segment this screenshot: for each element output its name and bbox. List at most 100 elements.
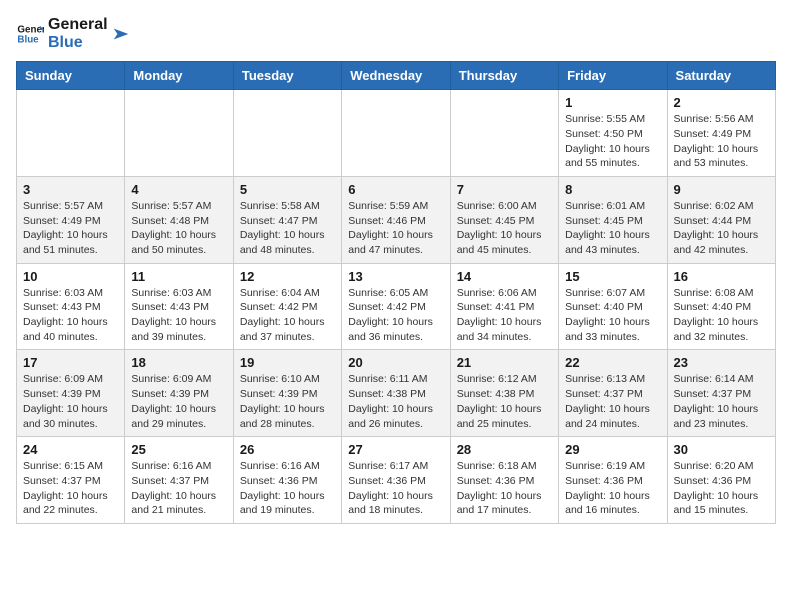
day-number: 14: [457, 269, 552, 284]
calendar-week-row: 17 Sunrise: 6:09 AM Sunset: 4:39 PM Dayli…: [17, 350, 776, 437]
day-number: 21: [457, 355, 552, 370]
day-number: 22: [565, 355, 660, 370]
day-info: Sunrise: 6:20 AM Sunset: 4:36 PM Dayligh…: [674, 459, 769, 518]
day-info: Sunrise: 6:03 AM Sunset: 4:43 PM Dayligh…: [23, 286, 118, 345]
weekday-header: Friday: [559, 62, 667, 90]
calendar-cell: 5Sunrise: 5:58 AM Sunset: 4:47 PM Daylig…: [233, 176, 341, 263]
day-number: 10: [23, 269, 118, 284]
calendar-cell: 18 Sunrise: 6:09 AM Sunset: 4:39 PM Dayli…: [125, 350, 233, 437]
day-number: 24: [23, 442, 118, 457]
calendar-week-row: 10 Sunrise: 6:03 AM Sunset: 4:43 PM Dayli…: [17, 263, 776, 350]
logo-blue: Blue: [48, 34, 108, 52]
calendar-cell: 9 Sunrise: 6:02 AM Sunset: 4:44 PM Daylig…: [667, 176, 775, 263]
day-number: 9: [674, 182, 769, 197]
calendar-cell: [17, 90, 125, 177]
day-number: 8: [565, 182, 660, 197]
calendar-cell: 3 Sunrise: 5:57 AM Sunset: 4:49 PM Daylig…: [17, 176, 125, 263]
day-number: 13: [348, 269, 443, 284]
day-info: Sunrise: 6:00 AM Sunset: 4:45 PM Dayligh…: [457, 199, 552, 258]
day-info: Sunrise: 6:09 AM Sunset: 4:39 PM Dayligh…: [23, 372, 118, 431]
calendar-cell: 29Sunrise: 6:19 AM Sunset: 4:36 PM Dayli…: [559, 437, 667, 524]
calendar-cell: [342, 90, 450, 177]
day-info: Sunrise: 6:09 AM Sunset: 4:39 PM Dayligh…: [131, 372, 226, 431]
day-number: 15: [565, 269, 660, 284]
day-number: 6: [348, 182, 443, 197]
day-number: 20: [348, 355, 443, 370]
calendar-week-row: 24 Sunrise: 6:15 AM Sunset: 4:37 PM Dayli…: [17, 437, 776, 524]
calendar-cell: 16Sunrise: 6:08 AM Sunset: 4:40 PM Dayli…: [667, 263, 775, 350]
weekday-header: Sunday: [17, 62, 125, 90]
day-number: 19: [240, 355, 335, 370]
day-info: Sunrise: 5:56 AM Sunset: 4:49 PM Dayligh…: [674, 112, 769, 171]
day-info: Sunrise: 6:02 AM Sunset: 4:44 PM Dayligh…: [674, 199, 769, 258]
calendar-cell: 28 Sunrise: 6:18 AM Sunset: 4:36 PM Dayli…: [450, 437, 558, 524]
calendar-cell: 7 Sunrise: 6:00 AM Sunset: 4:45 PM Daylig…: [450, 176, 558, 263]
day-info: Sunrise: 6:14 AM Sunset: 4:37 PM Dayligh…: [674, 372, 769, 431]
calendar-cell: 27Sunrise: 6:17 AM Sunset: 4:36 PM Dayli…: [342, 437, 450, 524]
day-number: 1: [565, 95, 660, 110]
day-info: Sunrise: 6:11 AM Sunset: 4:38 PM Dayligh…: [348, 372, 443, 431]
calendar-cell: 12 Sunrise: 6:04 AM Sunset: 4:42 PM Dayli…: [233, 263, 341, 350]
calendar-cell: 24 Sunrise: 6:15 AM Sunset: 4:37 PM Dayli…: [17, 437, 125, 524]
calendar-header-row: SundayMondayTuesdayWednesdayThursdayFrid…: [17, 62, 776, 90]
day-number: 4: [131, 182, 226, 197]
day-number: 30: [674, 442, 769, 457]
day-info: Sunrise: 6:16 AM Sunset: 4:36 PM Dayligh…: [240, 459, 335, 518]
calendar-week-row: 1 Sunrise: 5:55 AM Sunset: 4:50 PM Daylig…: [17, 90, 776, 177]
logo-arrow-icon: [112, 25, 130, 43]
day-info: Sunrise: 5:57 AM Sunset: 4:48 PM Dayligh…: [131, 199, 226, 258]
calendar-cell: [450, 90, 558, 177]
day-info: Sunrise: 6:15 AM Sunset: 4:37 PM Dayligh…: [23, 459, 118, 518]
day-info: Sunrise: 6:12 AM Sunset: 4:38 PM Dayligh…: [457, 372, 552, 431]
day-number: 27: [348, 442, 443, 457]
calendar-cell: 13 Sunrise: 6:05 AM Sunset: 4:42 PM Dayli…: [342, 263, 450, 350]
day-info: Sunrise: 6:10 AM Sunset: 4:39 PM Dayligh…: [240, 372, 335, 431]
day-number: 12: [240, 269, 335, 284]
calendar-cell: 26Sunrise: 6:16 AM Sunset: 4:36 PM Dayli…: [233, 437, 341, 524]
day-info: Sunrise: 5:57 AM Sunset: 4:49 PM Dayligh…: [23, 199, 118, 258]
calendar-cell: 1 Sunrise: 5:55 AM Sunset: 4:50 PM Daylig…: [559, 90, 667, 177]
day-info: Sunrise: 6:16 AM Sunset: 4:37 PM Dayligh…: [131, 459, 226, 518]
calendar-cell: 23Sunrise: 6:14 AM Sunset: 4:37 PM Dayli…: [667, 350, 775, 437]
day-number: 16: [674, 269, 769, 284]
day-info: Sunrise: 5:59 AM Sunset: 4:46 PM Dayligh…: [348, 199, 443, 258]
calendar-cell: 8 Sunrise: 6:01 AM Sunset: 4:45 PM Daylig…: [559, 176, 667, 263]
day-info: Sunrise: 6:05 AM Sunset: 4:42 PM Dayligh…: [348, 286, 443, 345]
page-header: General Blue General Blue: [16, 16, 776, 51]
calendar-week-row: 3 Sunrise: 5:57 AM Sunset: 4:49 PM Daylig…: [17, 176, 776, 263]
day-info: Sunrise: 6:07 AM Sunset: 4:40 PM Dayligh…: [565, 286, 660, 345]
day-info: Sunrise: 6:03 AM Sunset: 4:43 PM Dayligh…: [131, 286, 226, 345]
calendar-cell: 4 Sunrise: 5:57 AM Sunset: 4:48 PM Daylig…: [125, 176, 233, 263]
svg-text:Blue: Blue: [17, 34, 39, 45]
day-info: Sunrise: 6:01 AM Sunset: 4:45 PM Dayligh…: [565, 199, 660, 258]
day-number: 28: [457, 442, 552, 457]
calendar-cell: 2 Sunrise: 5:56 AM Sunset: 4:49 PM Daylig…: [667, 90, 775, 177]
day-info: Sunrise: 6:06 AM Sunset: 4:41 PM Dayligh…: [457, 286, 552, 345]
day-info: Sunrise: 6:04 AM Sunset: 4:42 PM Dayligh…: [240, 286, 335, 345]
day-number: 7: [457, 182, 552, 197]
weekday-header: Monday: [125, 62, 233, 90]
day-info: Sunrise: 6:13 AM Sunset: 4:37 PM Dayligh…: [565, 372, 660, 431]
day-info: Sunrise: 6:18 AM Sunset: 4:36 PM Dayligh…: [457, 459, 552, 518]
calendar-cell: 20 Sunrise: 6:11 AM Sunset: 4:38 PM Dayli…: [342, 350, 450, 437]
calendar-cell: 30 Sunrise: 6:20 AM Sunset: 4:36 PM Dayli…: [667, 437, 775, 524]
day-info: Sunrise: 5:55 AM Sunset: 4:50 PM Dayligh…: [565, 112, 660, 171]
day-number: 11: [131, 269, 226, 284]
calendar-cell: 11 Sunrise: 6:03 AM Sunset: 4:43 PM Dayli…: [125, 263, 233, 350]
logo: General Blue General Blue: [16, 16, 130, 51]
calendar-cell: 15 Sunrise: 6:07 AM Sunset: 4:40 PM Dayli…: [559, 263, 667, 350]
logo-icon: General Blue: [16, 20, 44, 48]
weekday-header: Saturday: [667, 62, 775, 90]
calendar-cell: 6 Sunrise: 5:59 AM Sunset: 4:46 PM Daylig…: [342, 176, 450, 263]
day-number: 29: [565, 442, 660, 457]
calendar-cell: [125, 90, 233, 177]
day-number: 18: [131, 355, 226, 370]
day-number: 2: [674, 95, 769, 110]
day-number: 17: [23, 355, 118, 370]
calendar-cell: 19 Sunrise: 6:10 AM Sunset: 4:39 PM Dayli…: [233, 350, 341, 437]
day-number: 3: [23, 182, 118, 197]
calendar-cell: 17 Sunrise: 6:09 AM Sunset: 4:39 PM Dayli…: [17, 350, 125, 437]
calendar-cell: 14 Sunrise: 6:06 AM Sunset: 4:41 PM Dayli…: [450, 263, 558, 350]
calendar-table: SundayMondayTuesdayWednesdayThursdayFrid…: [16, 61, 776, 524]
day-number: 25: [131, 442, 226, 457]
